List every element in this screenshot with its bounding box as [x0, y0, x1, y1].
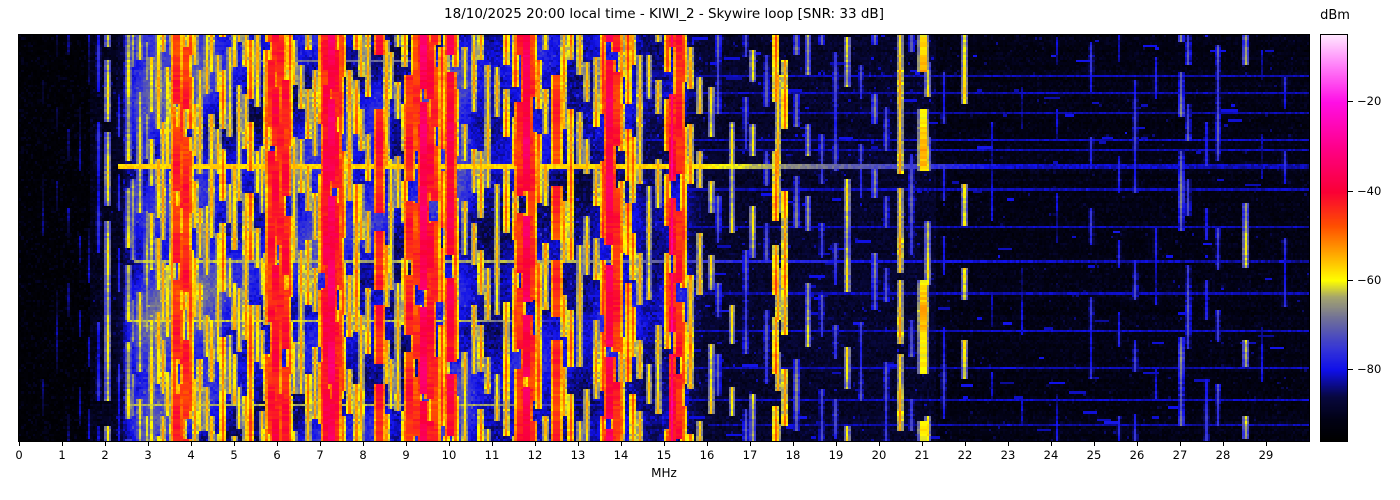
- x-tick-label: 3: [144, 448, 152, 462]
- x-tick-label: 16: [699, 448, 715, 462]
- x-tick-mark: [1008, 442, 1009, 446]
- x-tick-label: 24: [1043, 448, 1059, 462]
- x-tick-label: 27: [1172, 448, 1188, 462]
- spectrogram-canvas: [19, 35, 1309, 441]
- x-tick-label: 9: [402, 448, 410, 462]
- colorbar-tick-label: −80: [1357, 362, 1382, 376]
- x-tick-label: 18: [785, 448, 801, 462]
- x-tick-label: 10: [441, 448, 457, 462]
- colorbar-tick-label: −40: [1357, 184, 1382, 198]
- colorbar: [1320, 34, 1348, 442]
- x-tick-mark: [449, 442, 450, 446]
- colorbar-tick-mark: [1348, 369, 1353, 370]
- x-tick-label: 2: [101, 448, 109, 462]
- x-tick-label: 8: [359, 448, 367, 462]
- x-tick-mark: [707, 442, 708, 446]
- x-tick-mark: [1180, 442, 1181, 446]
- x-tick-label: 21: [914, 448, 930, 462]
- x-tick-mark: [578, 442, 579, 446]
- x-tick-mark: [320, 442, 321, 446]
- x-axis-label: MHz: [651, 466, 677, 480]
- x-tick-mark: [406, 442, 407, 446]
- x-tick-mark: [363, 442, 364, 446]
- x-tick-label: 20: [871, 448, 887, 462]
- x-tick-mark: [922, 442, 923, 446]
- x-tick-mark: [1223, 442, 1224, 446]
- x-tick-label: 22: [957, 448, 973, 462]
- x-tick-label: 7: [316, 448, 324, 462]
- x-tick-mark: [62, 442, 63, 446]
- x-tick-label: 11: [484, 448, 500, 462]
- x-tick-mark: [1137, 442, 1138, 446]
- x-tick-mark: [277, 442, 278, 446]
- spectrogram-plot: [18, 34, 1310, 442]
- colorbar-tick-mark: [1348, 280, 1353, 281]
- colorbar-canvas: [1321, 35, 1347, 441]
- x-tick-label: 6: [273, 448, 281, 462]
- x-tick-label: 15: [656, 448, 672, 462]
- x-tick-label: 29: [1258, 448, 1274, 462]
- x-tick-mark: [836, 442, 837, 446]
- x-tick-mark: [793, 442, 794, 446]
- x-tick-label: 23: [1000, 448, 1016, 462]
- colorbar-tick-mark: [1348, 101, 1353, 102]
- x-tick-mark: [535, 442, 536, 446]
- x-tick-mark: [105, 442, 106, 446]
- x-tick-mark: [664, 442, 665, 446]
- x-tick-label: 4: [187, 448, 195, 462]
- x-tick-mark: [234, 442, 235, 446]
- x-tick-mark: [148, 442, 149, 446]
- plot-title: 18/10/2025 20:00 local time - KIWI_2 - S…: [444, 6, 884, 22]
- colorbar-unit-label: dBm: [1320, 8, 1350, 23]
- x-tick-mark: [621, 442, 622, 446]
- x-tick-label: 26: [1129, 448, 1145, 462]
- x-tick-mark: [1051, 442, 1052, 446]
- x-tick-mark: [492, 442, 493, 446]
- x-tick-label: 12: [527, 448, 543, 462]
- colorbar-tick-mark: [1348, 191, 1353, 192]
- x-tick-mark: [19, 442, 20, 446]
- x-tick-label: 28: [1215, 448, 1231, 462]
- x-tick-label: 5: [230, 448, 238, 462]
- colorbar-tick-label: −20: [1357, 94, 1382, 108]
- x-tick-mark: [191, 442, 192, 446]
- x-tick-mark: [750, 442, 751, 446]
- x-tick-mark: [1266, 442, 1267, 446]
- x-tick-label: 25: [1086, 448, 1102, 462]
- x-tick-mark: [879, 442, 880, 446]
- x-tick-label: 0: [15, 448, 23, 462]
- x-tick-label: 19: [828, 448, 844, 462]
- x-tick-label: 1: [58, 448, 66, 462]
- x-tick-label: 13: [570, 448, 586, 462]
- colorbar-tick-label: −60: [1357, 273, 1382, 287]
- x-tick-label: 17: [742, 448, 758, 462]
- figure-container: 18/10/2025 20:00 local time - KIWI_2 - S…: [0, 0, 1400, 500]
- x-tick-mark: [965, 442, 966, 446]
- x-tick-mark: [1094, 442, 1095, 446]
- x-tick-label: 14: [613, 448, 629, 462]
